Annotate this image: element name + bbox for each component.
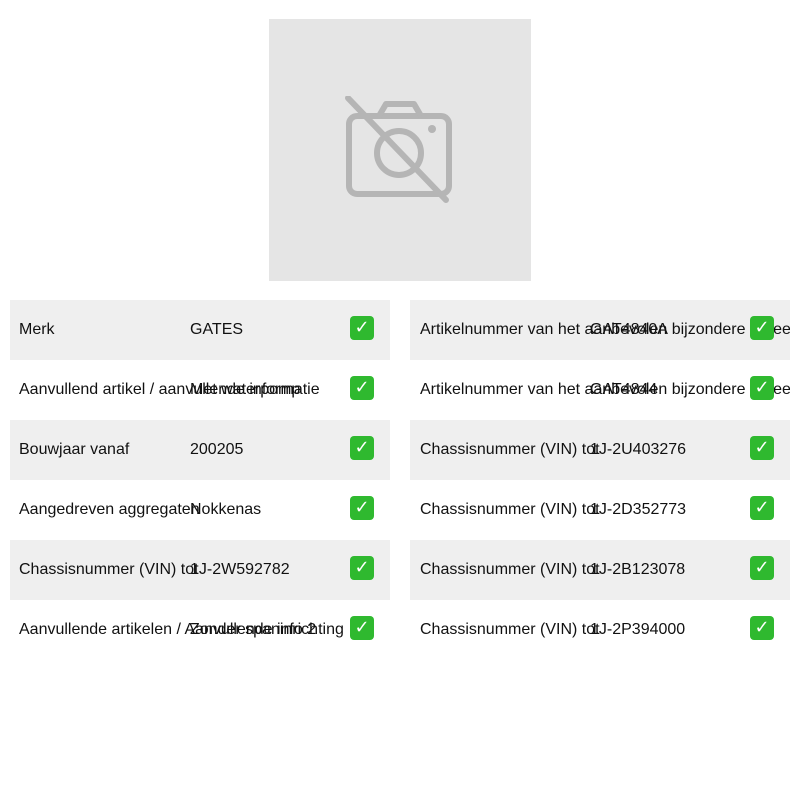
spec-row: Chassisnummer (VIN) tot 1J-2P394000 ✓ — [410, 600, 790, 660]
check-icon: ✓ — [750, 496, 774, 520]
spec-row: Artikelnummer van het aanbevolen bijzond… — [410, 360, 790, 420]
spec-row: Aanvullend artikel / aanvullende informa… — [10, 360, 390, 420]
check-icon: ✓ — [350, 496, 374, 520]
spec-label: Chassisnummer (VIN) tot — [420, 501, 600, 518]
spec-value: 200205 — [190, 441, 244, 458]
spec-label: Chassisnummer (VIN) tot — [420, 621, 600, 638]
spec-row: Chassisnummer (VIN) tot 1J-2B123078 ✓ — [410, 540, 790, 600]
check-icon: ✓ — [750, 616, 774, 640]
spec-label: Bouwjaar vanaf — [19, 441, 130, 458]
spec-label: Merk — [19, 321, 55, 338]
check-icon: ✓ — [750, 556, 774, 580]
spec-value: 1J-2P394000 — [590, 621, 686, 638]
spec-table-right: Artikelnummer van het aanbevolen bijzond… — [410, 300, 790, 660]
spec-table-left: Merk GATES ✓ Aanvullend artikel / aanvul… — [10, 300, 390, 660]
spec-value: Met waterpomp — [190, 381, 301, 398]
spec-row: Bouwjaar vanaf 200205 ✓ — [10, 420, 390, 480]
product-image-placeholder — [269, 19, 531, 281]
spec-row: Chassisnummer (VIN) tot 1J-2D352773 ✓ — [410, 480, 790, 540]
spec-row: Artikelnummer van het aanbevolen bijzond… — [410, 300, 790, 360]
check-icon: ✓ — [350, 556, 374, 580]
spec-value: 1J-2W592782 — [190, 561, 290, 578]
check-icon: ✓ — [750, 316, 774, 340]
check-icon: ✓ — [750, 436, 774, 460]
spec-row: Chassisnummer (VIN) tot 1J-2W592782 ✓ — [10, 540, 390, 600]
spec-row: Aanvullende artikelen / Aanvullende info… — [10, 600, 390, 660]
spec-row: Chassisnummer (VIN) tot 1J-2U403276 ✓ — [410, 420, 790, 480]
spec-row: Aangedreven aggregaten Nokkenas ✓ — [10, 480, 390, 540]
spec-row: Merk GATES ✓ — [10, 300, 390, 360]
check-icon: ✓ — [350, 316, 374, 340]
spec-value: 1J-2U403276 — [590, 441, 687, 458]
spec-value: 1J-2B123078 — [590, 561, 686, 578]
spec-label: Chassisnummer (VIN) tot — [420, 441, 600, 458]
spec-label: Aangedreven aggregaten — [19, 501, 200, 518]
check-icon: ✓ — [350, 436, 374, 460]
spec-value: 1J-2D352773 — [590, 501, 687, 518]
spec-value: GAT4840A — [590, 321, 668, 338]
spec-label: Chassisnummer (VIN) tot — [19, 561, 199, 578]
spec-value: Nokkenas — [190, 501, 262, 518]
spec-value: Zonder spaninrichting — [190, 621, 344, 638]
check-icon: ✓ — [350, 616, 374, 640]
spec-value: GAT4844 — [590, 381, 658, 398]
spec-value: GATES — [190, 321, 244, 338]
camera-off-icon — [345, 96, 452, 203]
spec-label: Chassisnummer (VIN) tot — [420, 561, 600, 578]
check-icon: ✓ — [350, 376, 374, 400]
check-icon: ✓ — [750, 376, 774, 400]
